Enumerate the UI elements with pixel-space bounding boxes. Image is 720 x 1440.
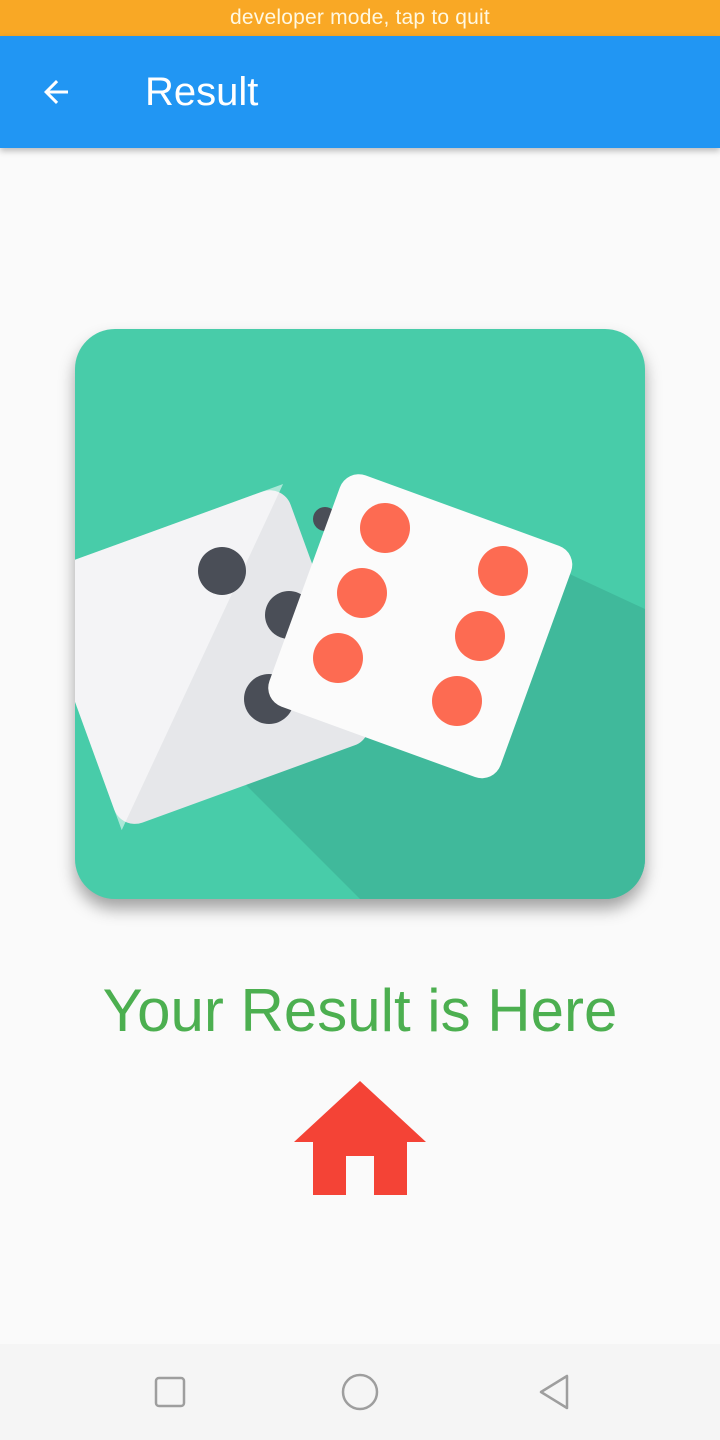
dice-icon (75, 474, 645, 899)
home-nav-button[interactable] (336, 1368, 384, 1416)
page-title: Result (145, 70, 259, 114)
dice-image (75, 329, 645, 899)
home-button[interactable] (292, 1078, 428, 1198)
result-screen: developer mode, tap to quit Result Your … (0, 0, 720, 1440)
recent-apps-button[interactable] (146, 1368, 194, 1416)
recent-apps-icon (154, 1376, 186, 1408)
back-button[interactable] (28, 64, 84, 120)
home-circle-icon (341, 1373, 379, 1411)
back-nav-button[interactable] (530, 1368, 578, 1416)
system-navigation-bar (0, 1344, 720, 1440)
developer-mode-text: developer mode, tap to quit (230, 6, 490, 29)
result-text: Your Result is Here (102, 977, 618, 1044)
arrow-back-icon (44, 80, 68, 104)
back-triangle-icon (539, 1374, 569, 1410)
app-bar: Result (0, 36, 720, 148)
developer-mode-banner[interactable]: developer mode, tap to quit (0, 0, 720, 36)
home-icon (294, 1081, 426, 1195)
